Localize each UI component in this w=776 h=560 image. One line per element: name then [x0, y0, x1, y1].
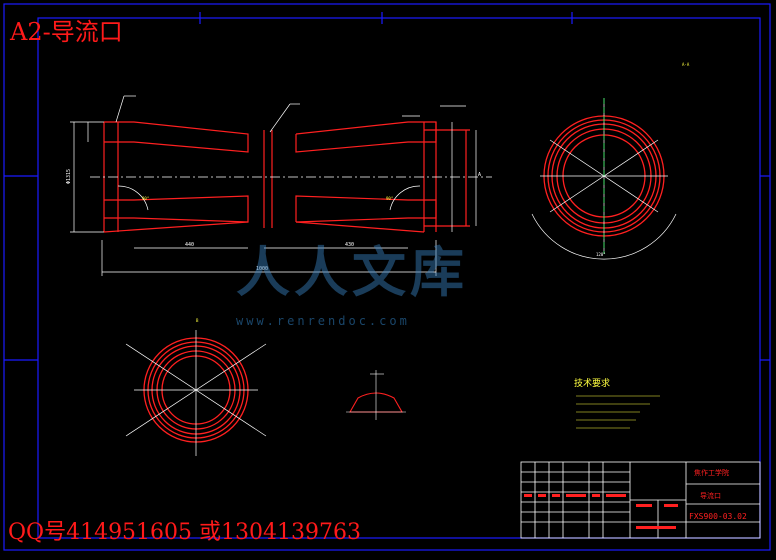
end-view-left: [125, 330, 267, 456]
drawing-title: A2-导流口: [10, 18, 123, 46]
end-view-right: 120°: [531, 98, 677, 260]
svg-text:Φ1315: Φ1315: [66, 169, 72, 184]
svg-text:A: A: [478, 172, 481, 178]
tech-notes: [576, 395, 660, 429]
svg-text:A-A: A-A: [682, 62, 690, 67]
svg-text:B: B: [196, 318, 199, 323]
watermark-logo: 人人文库: [236, 241, 468, 304]
detail-profile: [346, 370, 406, 420]
tech-requirements-heading: 技术要求: [574, 379, 611, 389]
svg-text:90°: 90°: [142, 196, 149, 201]
watermark-site-url: www.renrendoc.com: [236, 314, 410, 328]
contact-info: QQ号414951605 或1304139763: [8, 520, 362, 545]
title-block-school: 焦作工学院: [694, 469, 729, 477]
svg-text:440: 440: [185, 242, 194, 248]
svg-text:120°: 120°: [596, 252, 606, 257]
svg-text:90°: 90°: [386, 196, 393, 201]
drawing-canvas: Φ1315 440 430 1000 A 90° 90° A-A B 120° …: [0, 0, 776, 556]
title-block-part-name: 导流口: [700, 492, 721, 500]
title-block-drawing-no: FXS900-03.02: [689, 512, 747, 521]
